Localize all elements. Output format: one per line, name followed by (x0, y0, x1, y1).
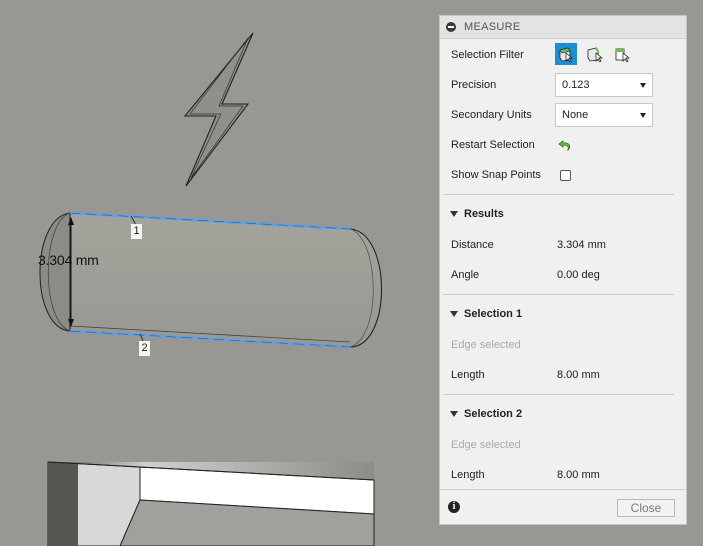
collapse-triangle-icon (450, 211, 458, 217)
divider (443, 294, 674, 295)
angle-row: Angle 0.00 deg (440, 262, 686, 290)
divider (443, 194, 674, 195)
edge-tag-2: 2 (139, 341, 150, 356)
selection1-section-header[interactable]: Selection 1 (440, 305, 686, 325)
restart-selection-icon[interactable] (557, 137, 573, 153)
collapse-triangle-icon (450, 411, 458, 417)
selection2-length-value: 8.00 mm (557, 469, 600, 481)
select-edge-filter-button[interactable] (584, 43, 606, 65)
select-face-filter-button[interactable] (555, 43, 577, 65)
selection1-status: Edge selected (451, 339, 521, 351)
secondary-units-row: Secondary Units None (440, 102, 686, 130)
precision-dropdown[interactable]: 0.123 (555, 73, 653, 97)
precision-label: Precision (451, 79, 497, 91)
panel-header: MEASURE (440, 16, 686, 39)
selection1-length-value: 8.00 mm (557, 369, 600, 381)
secondary-units-value: None (562, 109, 589, 121)
restart-selection-row: Restart Selection (440, 132, 686, 160)
panel-footer: i Close (440, 489, 686, 524)
info-icon[interactable]: i (448, 501, 460, 513)
collapse-icon[interactable] (446, 22, 456, 32)
lightning-bolt-shape (183, 32, 254, 187)
selection1-length-row: Length 8.00 mm (440, 362, 686, 390)
selection-filter-row: Selection Filter (440, 42, 686, 70)
slot-body (39, 211, 382, 349)
angle-value: 0.00 deg (557, 269, 600, 281)
dropdown-arrow-icon (640, 83, 646, 88)
divider (443, 394, 674, 395)
selection2-status: Edge selected (451, 439, 521, 451)
selection2-heading: Selection 2 (464, 408, 523, 420)
precision-value: 0.123 (562, 79, 590, 91)
select-body-filter-button[interactable] (612, 43, 634, 65)
selection-filter-label: Selection Filter (451, 49, 524, 61)
selection2-length-label: Length (451, 469, 485, 481)
dropdown-arrow-icon (640, 113, 646, 118)
selection2-status-row: Edge selected (440, 432, 686, 460)
distance-row: Distance 3.304 mm (440, 232, 686, 260)
distance-label: Distance (451, 239, 494, 251)
collapse-triangle-icon (450, 311, 458, 317)
measure-panel: MEASURE Selection Filter Precision 0.123… (439, 15, 687, 525)
show-snap-points-row: Show Snap Points (440, 162, 686, 190)
results-heading: Results (464, 208, 504, 220)
secondary-units-dropdown[interactable]: None (555, 103, 653, 127)
angle-label: Angle (451, 269, 480, 281)
lower-box-shape (47, 461, 375, 546)
results-section-header[interactable]: Results (440, 205, 686, 225)
panel-title: MEASURE (464, 21, 521, 33)
selection2-section-header[interactable]: Selection 2 (440, 405, 686, 425)
close-button[interactable]: Close (617, 499, 675, 517)
selection1-length-label: Length (451, 369, 485, 381)
selection1-status-row: Edge selected (440, 332, 686, 360)
selection2-length-row: Length 8.00 mm (440, 462, 686, 490)
precision-row: Precision 0.123 (440, 72, 686, 100)
body-filter-icon (615, 48, 630, 63)
show-snap-points-checkbox[interactable] (560, 170, 571, 181)
restart-selection-label: Restart Selection (451, 139, 535, 151)
distance-value: 3.304 mm (557, 239, 606, 251)
dimension-label: 3.304 mm (38, 252, 99, 268)
edge-filter-icon (587, 47, 603, 63)
secondary-units-label: Secondary Units (451, 109, 532, 121)
selection1-heading: Selection 1 (464, 308, 523, 320)
face-filter-icon (559, 47, 573, 63)
show-snap-points-label: Show Snap Points (451, 169, 541, 181)
edge-tag-1: 1 (131, 224, 142, 239)
